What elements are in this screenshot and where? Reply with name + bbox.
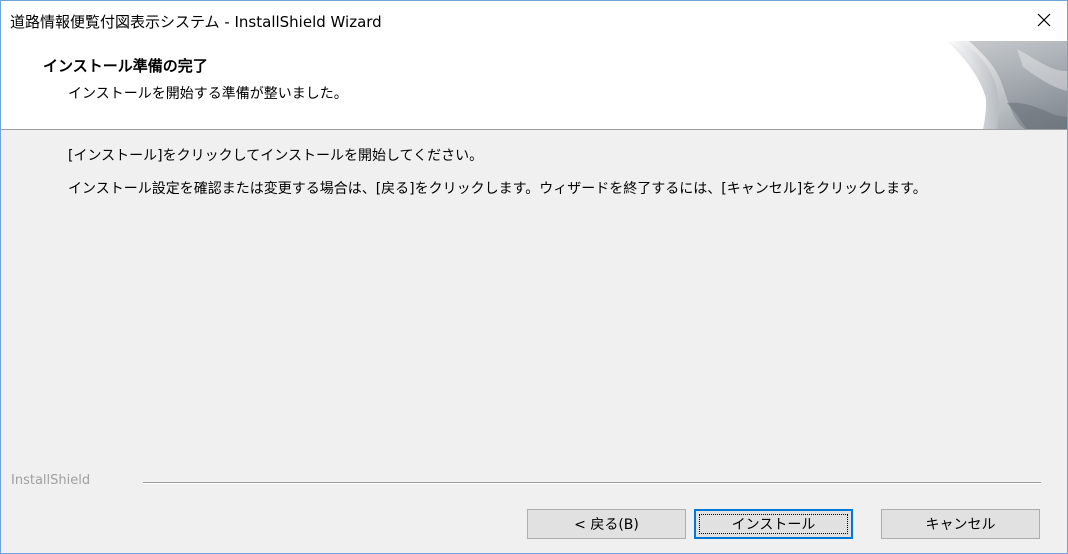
header-subtitle: インストールを開始する準備が整いました。	[68, 86, 348, 102]
installshield-brand-label: InstallShield	[11, 473, 91, 488]
wizard-content: [インストール]をクリックしてインストールを開始してください。 インストール設定…	[1, 130, 1067, 460]
back-button[interactable]: < 戻る(B)	[527, 509, 686, 539]
wizard-header: インストール準備の完了 インストールを開始する準備が整いました。	[1, 41, 1067, 130]
window-title: 道路情報便覧付図表示システム - InstallShield Wizard	[10, 13, 382, 31]
install-button-label: インストール	[731, 517, 816, 533]
instruction-line-1: [インストール]をクリックしてインストールを開始してください。	[68, 148, 484, 164]
title-bar[interactable]: 道路情報便覧付図表示システム - InstallShield Wizard	[1, 1, 1067, 41]
close-icon	[1037, 12, 1051, 31]
instruction-line-2: インストール設定を確認または変更する場合は、[戻る]をクリックします。ウィザード…	[68, 181, 927, 197]
footer-divider	[143, 482, 1041, 484]
back-button-label: < 戻る(B)	[574, 517, 639, 533]
cancel-button-label: キャンセル	[925, 517, 996, 533]
close-button[interactable]	[1021, 1, 1067, 41]
page-curl-graphic	[947, 41, 1067, 129]
cancel-button[interactable]: キャンセル	[881, 509, 1040, 539]
header-title: インストール準備の完了	[43, 57, 208, 75]
installer-window: 道路情報便覧付図表示システム - InstallShield Wizard イン…	[0, 0, 1068, 554]
install-button[interactable]: インストール	[694, 509, 853, 539]
